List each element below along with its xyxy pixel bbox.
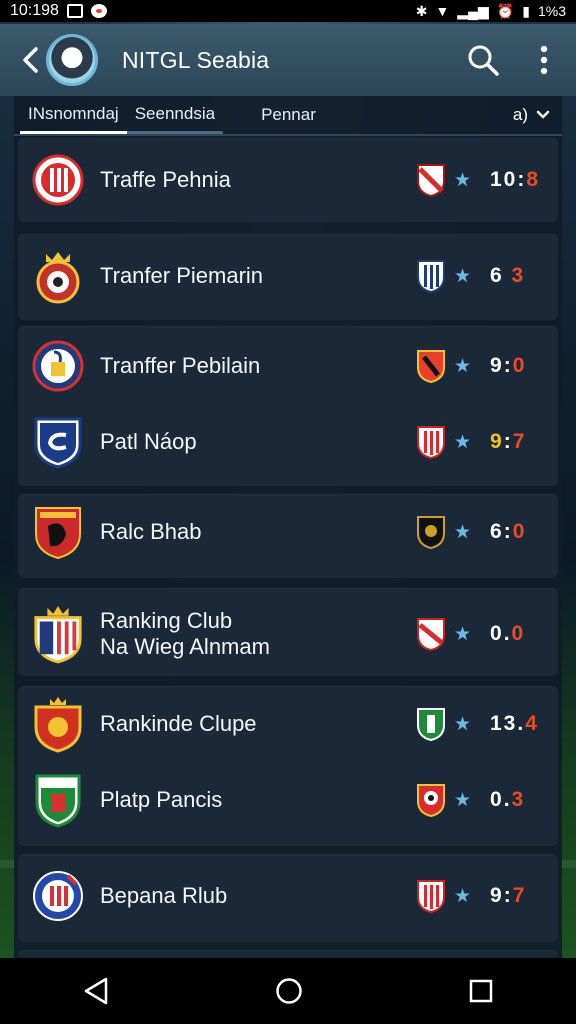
team-name: Patl Náop <box>100 429 197 454</box>
team-row[interactable]: Rankinde Clupe ★ 13.4 <box>14 686 562 762</box>
match-score: 9:0 <box>490 354 527 377</box>
match-score: 0.3 <box>490 788 526 811</box>
team-name: Ranking Club Na Wieg Alnmam <box>100 608 270 659</box>
app-notification-icon <box>90 4 107 18</box>
match-score: 6:0 <box>490 520 527 543</box>
team-crest <box>32 414 84 470</box>
favorite-star-icon[interactable]: ★ <box>454 265 471 288</box>
bluetooth-icon: ✱ <box>415 2 428 19</box>
team-crest <box>32 606 84 664</box>
team-name: Tranfer Piemarin <box>100 263 264 288</box>
team-row[interactable]: Bepana Rlub ★ 9:7 <box>14 858 562 934</box>
app-bar: NITGL Seabia <box>0 24 576 96</box>
favorite-star-icon[interactable]: ★ <box>454 623 471 646</box>
match-score: 9:7 <box>490 430 527 453</box>
nav-home-icon[interactable] <box>274 976 304 1006</box>
chevron-down-icon <box>536 110 550 119</box>
back-button[interactable] <box>16 40 44 80</box>
team-name: Bepana Rlub <box>100 883 228 908</box>
rankings-panel: INsnomndaj Seenndsia Pennar a) Traffe Pe… <box>14 96 562 970</box>
tab-second[interactable]: Seenndsia <box>126 96 224 134</box>
tab-bar: INsnomndaj Seenndsia Pennar a) <box>14 96 562 136</box>
opponent-crest-icon <box>417 618 445 651</box>
nav-back-icon[interactable] <box>82 976 110 1006</box>
favorite-star-icon[interactable]: ★ <box>454 355 471 378</box>
back-arrow-icon <box>23 47 38 73</box>
tab-first[interactable]: INsnomndaj <box>20 96 127 134</box>
team-row[interactable]: Tranfer Piemarin ★ 6 3 <box>14 238 562 314</box>
team-row[interactable]: Tranffer Pebilain ★ 9:0 <box>14 328 562 404</box>
team-crest <box>32 696 84 753</box>
team-row[interactable]: Traffe Pehnia ★ 10:8 <box>14 142 562 218</box>
opponent-crest-icon <box>417 708 445 741</box>
opponent-crest-icon <box>417 426 445 459</box>
team-crest <box>32 338 84 394</box>
opponent-crest-icon <box>417 164 445 197</box>
match-score: 13.4 <box>490 712 539 735</box>
opponent-crest-icon <box>417 880 445 913</box>
favorite-star-icon[interactable]: ★ <box>454 169 471 192</box>
team-crest <box>32 152 84 208</box>
tab-third[interactable]: Pennar <box>253 96 324 134</box>
team-row[interactable]: Ranking Club Na Wieg Alnmam ★ 0.0 <box>14 592 562 676</box>
match-score: 10:8 <box>490 168 541 191</box>
battery-text: 1%3 <box>537 3 566 19</box>
team-name: Ralc Bhab <box>100 519 202 544</box>
opponent-crest-icon <box>417 516 445 549</box>
system-nav-bar <box>0 958 576 1024</box>
filter-dropdown[interactable]: a) <box>513 105 556 125</box>
team-name: Tranffer Pebilain <box>100 353 261 378</box>
favorite-star-icon[interactable]: ★ <box>454 885 471 908</box>
team-name: Rankinde Clupe <box>100 711 257 736</box>
notification-icon <box>66 4 83 18</box>
team-row[interactable]: Ralc Bhab ★ 6:0 <box>14 494 562 570</box>
wifi-icon: ▼ <box>435 3 450 19</box>
favorite-star-icon[interactable]: ★ <box>454 789 471 812</box>
team-name: Traffe Pehnia <box>100 167 231 192</box>
match-score: 0.0 <box>490 622 526 645</box>
page-title: NITGL Seabia <box>122 46 270 73</box>
alarm-icon: ⏰ <box>496 2 515 19</box>
team-crest <box>32 772 84 828</box>
status-bar: 10:198 ✱ ▼ ▂▄▆ ⏰ ▮ 1%3 <box>0 0 576 22</box>
match-score: 9:7 <box>490 884 527 907</box>
club-logo <box>46 34 98 86</box>
team-row[interactable]: Patl Náop ★ 9:7 <box>14 404 562 480</box>
opponent-crest-icon <box>417 784 445 817</box>
favorite-star-icon[interactable]: ★ <box>454 521 471 544</box>
opponent-crest-icon <box>417 350 445 383</box>
team-row[interactable]: Platp Pancis ★ 0.3 <box>14 762 562 838</box>
overflow-menu-icon[interactable] <box>540 45 548 75</box>
favorite-star-icon[interactable]: ★ <box>454 431 471 454</box>
signal-icon: ▂▄▆ <box>457 2 489 19</box>
status-time: 10:198 <box>10 2 59 19</box>
battery-icon: ▮ <box>522 2 530 19</box>
team-crest <box>32 868 84 924</box>
favorite-star-icon[interactable]: ★ <box>454 713 471 736</box>
match-score: 6 3 <box>490 264 526 287</box>
opponent-crest-icon <box>417 260 445 293</box>
dropdown-label: a) <box>512 105 528 124</box>
team-name: Platp Pancis <box>100 787 223 812</box>
search-icon[interactable] <box>466 43 500 77</box>
nav-recents-icon[interactable] <box>468 978 494 1004</box>
team-crest <box>32 504 84 560</box>
team-crest <box>32 248 84 304</box>
